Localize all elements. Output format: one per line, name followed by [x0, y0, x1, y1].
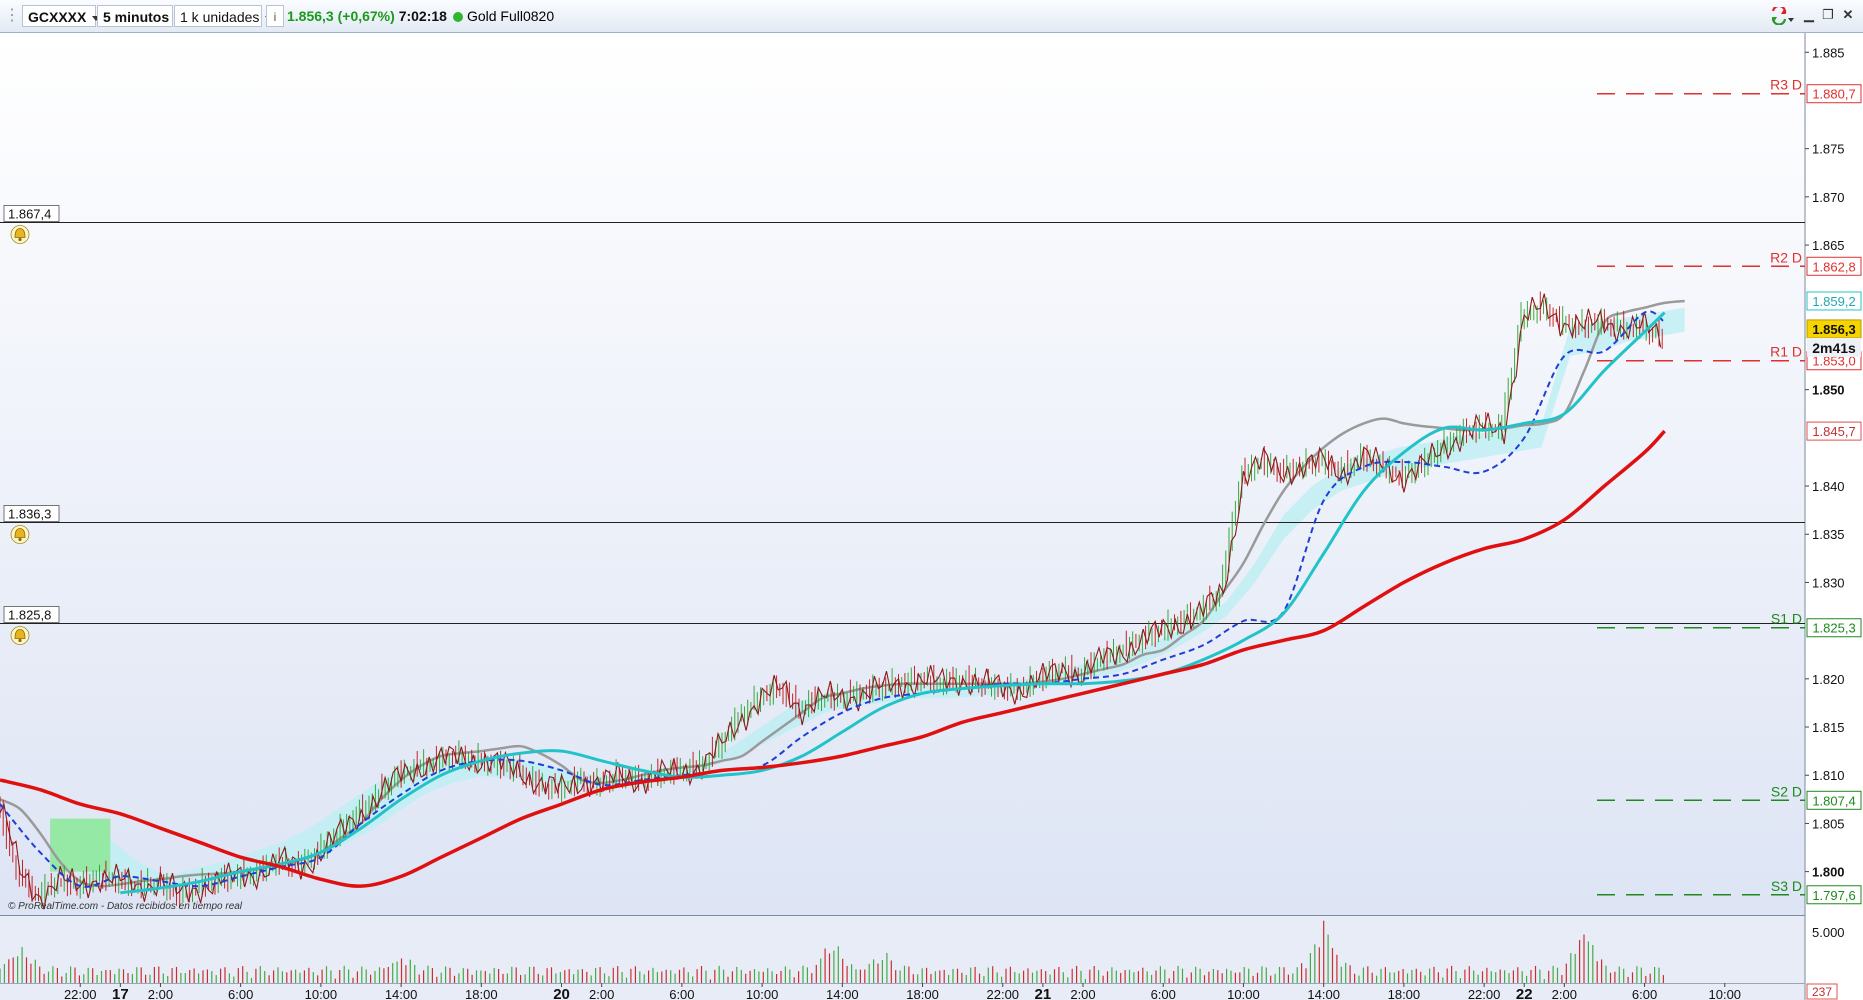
x-tick-label: 2:00	[1552, 987, 1577, 1000]
x-tick-label: 10:00	[1709, 987, 1742, 1000]
alert-bell-icon	[10, 525, 30, 544]
x-tick-label: 6:00	[228, 987, 253, 1000]
restore-button[interactable]: ❐	[1820, 7, 1836, 23]
bell-clapper	[18, 237, 22, 242]
y-tick-label: 1.805	[1812, 816, 1845, 831]
axis-price-label: 1.859,2	[1812, 294, 1855, 309]
x-tick-label: 22:00	[987, 987, 1020, 1000]
volume-tick-label: 5.000	[1812, 925, 1845, 940]
info-icon: i	[273, 10, 277, 24]
pivot-price-label: 1.825,3	[1812, 621, 1855, 636]
restore-icon: ❐	[1822, 7, 1834, 22]
close-button[interactable]: ✕	[1840, 7, 1856, 23]
instrument-label: GCXXXX	[28, 9, 87, 25]
horizontal-level-label: 1.836,3	[8, 507, 51, 522]
countdown-label: 2m41s	[1812, 340, 1856, 356]
minimize-button[interactable]: ▁	[1801, 7, 1817, 23]
bell-clapper	[18, 537, 22, 542]
y-tick-label: 1.815	[1812, 720, 1845, 735]
x-tick-label: 10:00	[1227, 987, 1260, 1000]
pivot-price-label: 1.797,6	[1812, 888, 1855, 903]
x-tick-label: 22:00	[1468, 987, 1501, 1000]
x-tick-label: 10:00	[746, 987, 779, 1000]
units-label: 1 k unidades	[180, 9, 260, 25]
feed-name: Gold Full0820	[466, 8, 555, 24]
axis-price-label: 1.856,3	[1812, 322, 1855, 337]
x-tick-label: 14:00	[826, 987, 859, 1000]
bell-body	[14, 629, 26, 639]
y-tick-label: 1.830	[1812, 575, 1845, 590]
x-tick-label: 22:00	[64, 987, 97, 1000]
pivot-name: S1 D	[1771, 611, 1802, 627]
volume-plot-background	[0, 916, 1805, 1000]
y-tick-label: 1.820	[1812, 672, 1845, 687]
x-tick-label: 6:00	[1632, 987, 1657, 1000]
pivot-name: S2 D	[1771, 783, 1802, 799]
x-tick-label: 2:00	[589, 987, 614, 1000]
pivot-price-label: 1.862,8	[1812, 259, 1855, 274]
pivot-name: R3 D	[1770, 77, 1802, 93]
pivot-name: S3 D	[1771, 878, 1802, 894]
main-plot-background	[0, 33, 1805, 915]
x-tick-label: 10:00	[305, 987, 338, 1000]
status-dot-icon	[452, 12, 463, 22]
y-tick-label: 1.870	[1812, 190, 1845, 205]
sync-arrows-icon	[1771, 4, 1794, 26]
cloud-green-area	[50, 818, 111, 872]
x-tick-label: 14:00	[385, 987, 418, 1000]
volume-last-label: 237	[1812, 985, 1832, 999]
x-tick-label: 22	[1516, 986, 1533, 1000]
x-tick-label: 18:00	[906, 987, 939, 1000]
bell-body	[14, 228, 26, 238]
price-chart[interactable]: 1.867,4 1.836,3 1.825,8 R3 D R2 D R1 D S1 D S2…	[0, 33, 1863, 1000]
x-tick-label: 6:00	[1151, 987, 1176, 1000]
sync-button[interactable]	[1767, 4, 1795, 26]
alert-bell-icon	[10, 225, 30, 244]
instrument-selector[interactable]: GCXXXX	[22, 5, 101, 27]
quote-info: 1.856,3 (+0,67%) 7:02:18 Gold Full0820	[287, 5, 554, 27]
horizontal-level-label: 1.867,4	[8, 207, 51, 222]
y-tick-label: 1.840	[1812, 479, 1845, 494]
x-tick-label: 2:00	[1070, 987, 1095, 1000]
timeframe-selector[interactable]: 5 minutos	[97, 5, 184, 27]
x-tick-label: 20	[553, 986, 570, 1000]
y-tick-label: 1.800	[1812, 865, 1845, 880]
x-tick-label: 14:00	[1307, 987, 1340, 1000]
units-selector[interactable]: 1 k unidades	[174, 5, 274, 27]
quote-time: 7:02:18	[398, 8, 447, 24]
x-tick-label: 18:00	[1388, 987, 1421, 1000]
x-tick-label: 6:00	[669, 987, 694, 1000]
alert-bell-icon	[10, 626, 30, 645]
pivot-name: R1 D	[1770, 344, 1802, 360]
info-button[interactable]: i	[266, 5, 284, 27]
y-tick-label: 1.835	[1812, 527, 1845, 542]
pivot-price-label: 1.880,7	[1812, 87, 1855, 102]
minimize-icon: ▁	[1804, 7, 1814, 22]
watermark-text: © ProRealTime.com - Datos recibidos en t…	[8, 901, 243, 912]
pivot-price-label: 1.807,4	[1812, 793, 1855, 808]
x-tick-label: 21	[1035, 986, 1052, 1000]
y-tick-label: 1.865	[1812, 238, 1845, 253]
bell-clapper	[18, 638, 22, 643]
y-tick-label: 1.850	[1812, 383, 1845, 398]
price-axis-background	[1805, 33, 1863, 1000]
x-tick-label: 2:00	[148, 987, 173, 1000]
last-price-change: 1.856,3 (+0,67%)	[287, 8, 395, 24]
bell-body	[14, 528, 26, 538]
toolbar: ⋮ GCXXXX 5 minutos 1 k unidades i 1.856,…	[0, 0, 1863, 33]
close-icon: ✕	[1842, 7, 1854, 22]
axis-price-label: 1.845,7	[1812, 424, 1855, 439]
pivot-name: R2 D	[1770, 249, 1802, 265]
timeframe-label: 5 minutos	[103, 9, 170, 25]
horizontal-level-label: 1.825,8	[8, 608, 51, 623]
y-tick-label: 1.875	[1812, 142, 1845, 157]
y-tick-label: 1.885	[1812, 45, 1845, 60]
drag-handle-icon[interactable]: ⋮	[4, 5, 20, 27]
y-tick-label: 1.810	[1812, 768, 1845, 783]
x-tick-label: 17	[112, 986, 129, 1000]
x-tick-label: 18:00	[465, 987, 498, 1000]
